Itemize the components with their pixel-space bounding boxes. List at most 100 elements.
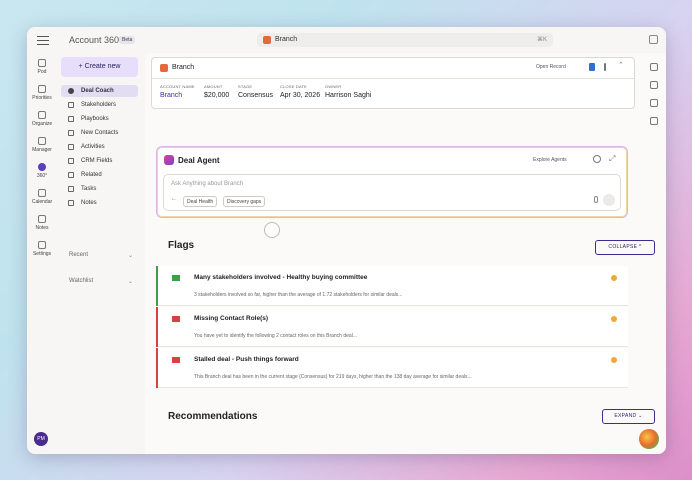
main-content: Branch Open Record ⌃ ACCOUNT NAME Branch … xyxy=(145,53,666,454)
nav-item-deal-coach[interactable]: Deal Coach xyxy=(61,85,138,97)
nav-item-playbooks[interactable]: Playbooks xyxy=(61,113,138,125)
checklist-icon xyxy=(68,186,74,192)
link-icon xyxy=(68,172,74,178)
recent-section[interactable]: Recent ⌄ xyxy=(69,252,133,259)
sparkle-icon[interactable] xyxy=(611,316,617,322)
notes-icon xyxy=(38,215,46,223)
search-tab[interactable]: Branch ⌘K xyxy=(257,33,553,47)
divider xyxy=(152,78,634,79)
cursor-indicator xyxy=(264,222,280,238)
flag-status-bar xyxy=(156,348,158,388)
assistant-button[interactable] xyxy=(639,429,659,449)
field-stage: STAGE Consensus xyxy=(238,84,274,99)
rail-item-organize[interactable]: Organize xyxy=(27,111,57,127)
flags-heading: Flags xyxy=(168,240,195,251)
flag-status-bar xyxy=(156,307,158,347)
green-flag-icon xyxy=(172,275,180,281)
branch-icon xyxy=(160,64,168,72)
history-icon[interactable] xyxy=(593,155,601,163)
window-icon[interactable] xyxy=(649,35,658,44)
rail-item-manager[interactable]: Manager xyxy=(27,137,57,153)
red-flag-icon xyxy=(172,357,180,363)
recommendations-heading: Recommendations xyxy=(168,411,258,422)
flag-title: Many stakeholders involved - Healthy buy… xyxy=(194,274,368,281)
nav-item-new-contacts[interactable]: New Contacts xyxy=(61,127,138,139)
record-header: Branch Open Record ⌃ ACCOUNT NAME Branch … xyxy=(151,57,635,109)
nav-item-activities[interactable]: Activities xyxy=(61,141,138,153)
nav-item-notes[interactable]: Notes xyxy=(61,197,138,209)
folder-icon xyxy=(38,111,46,119)
collapse-button[interactable]: COLLAPSE ^ xyxy=(595,240,655,255)
document-icon[interactable] xyxy=(650,81,658,89)
flag-row[interactable]: Stalled deal - Push things forward This … xyxy=(156,348,628,388)
agent-input[interactable]: Ask Anything about Branch ← Deal Health … xyxy=(163,174,621,211)
sparkle-icon[interactable] xyxy=(611,357,617,363)
watchlist-section[interactable]: Watchlist ⌄ xyxy=(69,278,133,285)
calendar-icon xyxy=(38,189,46,197)
agent-icon xyxy=(164,155,174,165)
beta-badge: Beta xyxy=(119,36,136,44)
flag-description: This Branch deal has been in the current… xyxy=(194,374,472,380)
nav-item-tasks[interactable]: Tasks xyxy=(61,183,138,195)
nav-item-stakeholders[interactable]: Stakeholders xyxy=(61,99,138,111)
rail-item-pod[interactable]: Pod xyxy=(27,59,57,75)
record-title: Branch xyxy=(172,64,195,71)
deal-agent-card: Deal Agent Explore Agents ⤢ Ask Anything… xyxy=(156,146,628,218)
nav-item-related[interactable]: Related xyxy=(61,169,138,181)
flag-description: You have yet to identify the following 2… xyxy=(194,333,357,339)
chevron-up-icon[interactable]: ⌃ xyxy=(618,61,624,69)
rail-item-priorities[interactable]: Priorities xyxy=(27,85,57,101)
people-icon xyxy=(38,59,46,67)
expand-icon[interactable]: ⤢ xyxy=(609,154,615,164)
chevron-down-icon: ⌄ xyxy=(127,279,133,285)
target-icon xyxy=(38,137,46,145)
flag-row[interactable]: Many stakeholders involved - Healthy buy… xyxy=(156,266,628,306)
send-button[interactable] xyxy=(603,194,615,206)
clipboard-icon[interactable] xyxy=(650,117,658,125)
salesforce-icon[interactable] xyxy=(589,63,595,71)
activity-icon xyxy=(68,144,74,150)
book-icon xyxy=(68,116,74,122)
app-title: Account 360° xyxy=(69,35,123,45)
people-icon xyxy=(68,102,74,108)
chevron-down-icon: ⌄ xyxy=(127,253,133,259)
rail-item-notes[interactable]: Notes xyxy=(27,215,57,231)
chip-deal-health[interactable]: Deal Health xyxy=(183,196,218,207)
gear-icon xyxy=(38,241,46,249)
rail-item-360[interactable]: 360° xyxy=(27,163,57,179)
app-window: Account 360° Beta Branch ⌘K Pod Prioriti… xyxy=(27,27,666,454)
more-icon[interactable] xyxy=(604,63,606,71)
microphone-icon[interactable] xyxy=(594,196,598,203)
left-rail: Pod Priorities Organize Manager 360° Cal… xyxy=(27,53,57,454)
edit-icon[interactable] xyxy=(650,99,658,107)
sparkle-icon[interactable] xyxy=(611,275,617,281)
rail-item-calendar[interactable]: Calendar xyxy=(27,189,57,205)
expand-button[interactable]: EXPAND ⌄ xyxy=(602,409,655,424)
title-bar: Account 360° Beta Branch ⌘K xyxy=(27,27,666,53)
explore-agents-link[interactable]: Explore Agents xyxy=(533,157,567,163)
contact-icon xyxy=(68,130,74,136)
panel-icon[interactable] xyxy=(650,63,658,71)
flag-row[interactable]: Missing Contact Role(s) You have yet to … xyxy=(156,307,628,347)
agent-title: Deal Agent xyxy=(178,156,220,165)
open-record-link[interactable]: Open Record xyxy=(536,64,566,70)
tab-label: Branch xyxy=(275,36,298,43)
flag-title: Missing Contact Role(s) xyxy=(194,315,269,322)
chip-discovery-gaps[interactable]: Discovery gaps xyxy=(223,196,266,207)
avatar[interactable]: PM xyxy=(34,432,48,446)
create-new-button[interactable]: + Create new xyxy=(61,57,138,77)
rail-item-settings[interactable]: Settings xyxy=(27,241,57,257)
menu-icon[interactable] xyxy=(37,36,49,45)
field-amount: AMOUNT $20,000 xyxy=(204,84,230,99)
note-icon xyxy=(68,200,74,206)
nav-item-crm-fields[interactable]: CRM Fields xyxy=(61,155,138,167)
fields-icon xyxy=(68,158,74,164)
arrow-left-icon[interactable]: ← xyxy=(171,196,177,202)
flag-title: Stalled deal - Push things forward xyxy=(194,356,299,363)
red-flag-icon xyxy=(172,316,180,322)
field-owner: OWNER Harrison Saghi xyxy=(325,84,372,99)
agent-placeholder: Ask Anything about Branch xyxy=(171,181,244,187)
360-icon xyxy=(38,163,46,171)
account-link[interactable]: Branch xyxy=(160,92,195,99)
bulb-icon xyxy=(38,85,46,93)
